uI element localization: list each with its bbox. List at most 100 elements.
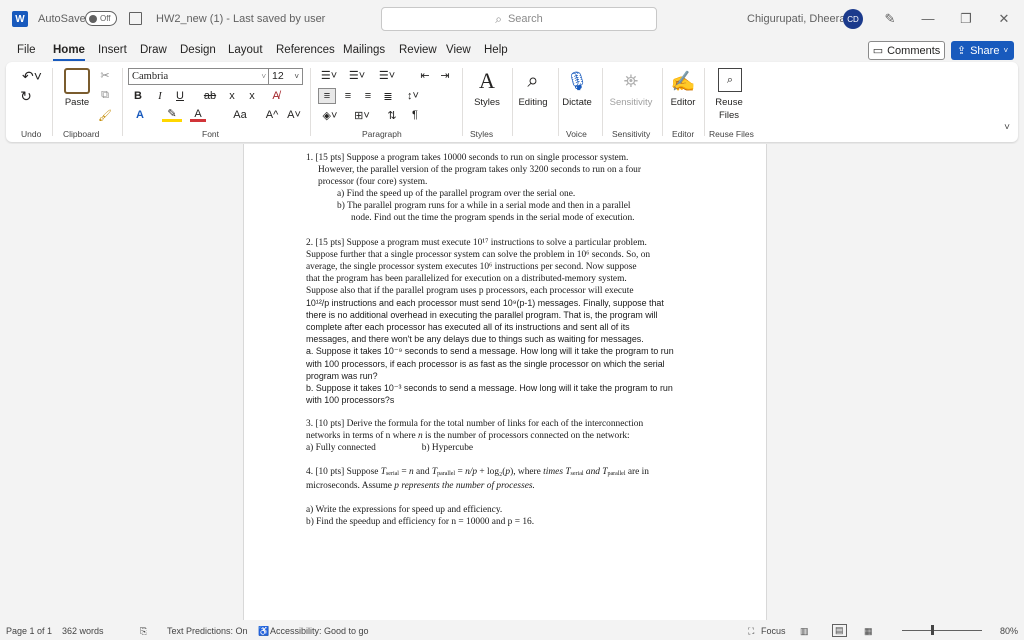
justify-icon[interactable]: ≣ <box>380 88 396 104</box>
q2-line: a. Suppose it takes 10⁻⁹ seconds to send… <box>306 346 674 357</box>
copy-icon[interactable]: ⧉ <box>98 88 112 102</box>
numbering-icon[interactable]: ☰˅ <box>346 68 368 82</box>
grow-font-button[interactable]: A^ <box>264 108 280 122</box>
proofing-icon[interactable]: ⎘ <box>140 626 147 637</box>
tab-file[interactable]: File <box>17 44 36 56</box>
zoom-slider[interactable] <box>902 630 982 631</box>
microphone-icon[interactable]: 🎙 <box>564 68 590 94</box>
minimize-button[interactable]: — <box>918 9 938 29</box>
undo-icon[interactable]: ↶˅ <box>18 68 46 84</box>
bold-button[interactable]: B <box>132 89 144 103</box>
q3-line: networks in terms of n where n is the nu… <box>306 430 708 442</box>
styles-label[interactable]: Styles <box>468 97 506 108</box>
superscript-button[interactable]: x <box>246 89 258 103</box>
tab-view[interactable]: View <box>446 44 471 56</box>
tab-review[interactable]: Review <box>399 44 437 56</box>
divider <box>662 68 663 136</box>
collapse-ribbon-icon[interactable]: ˅ <box>1004 122 1010 133</box>
dictate-label[interactable]: Dictate <box>558 97 596 108</box>
subscript-button[interactable]: x <box>226 89 238 103</box>
chevron-down-icon: ˅ <box>261 72 266 81</box>
share-button[interactable]: ⇪ Share ˅ <box>951 41 1014 60</box>
italic-button[interactable]: I <box>154 89 166 103</box>
zoom-slider-thumb[interactable] <box>931 625 934 635</box>
font-color-icon[interactable]: A <box>190 108 206 122</box>
tab-insert[interactable]: Insert <box>98 44 127 56</box>
document-title[interactable]: HW2_new (1) - Last saved by user <box>156 13 325 25</box>
line-spacing-icon[interactable]: ↕˅ <box>402 88 424 104</box>
tab-references[interactable]: References <box>276 44 335 56</box>
cut-icon[interactable]: ✂ <box>98 68 112 82</box>
clear-formatting-icon[interactable]: A̸ <box>268 89 284 103</box>
word-count[interactable]: 362 words <box>62 626 104 636</box>
tab-draw[interactable]: Draw <box>140 44 167 56</box>
comments-button[interactable]: ▭ Comments <box>868 41 945 60</box>
pen-icon[interactable]: ✎ <box>880 9 900 29</box>
web-layout-icon[interactable]: ▦ <box>864 626 873 637</box>
editor-icon[interactable]: ✍ <box>670 68 696 94</box>
reuse-label-1[interactable]: Reuse <box>708 97 750 108</box>
group-label-clipboard: Clipboard <box>63 129 100 139</box>
align-left-icon[interactable]: ≡ <box>318 88 336 104</box>
read-mode-icon[interactable]: ▥ <box>800 626 809 637</box>
sensitivity-label: Sensitivity <box>609 97 653 108</box>
divider <box>704 68 705 136</box>
tab-home[interactable]: Home <box>53 44 85 61</box>
focus-button[interactable]: Focus <box>761 626 786 636</box>
redo-icon[interactable]: ↻ <box>18 88 34 104</box>
page-count[interactable]: Page 1 of 1 <box>6 626 52 636</box>
text-effects-icon[interactable]: A <box>130 108 150 122</box>
highlight-icon[interactable]: ✎ <box>162 108 182 122</box>
editing-search-icon[interactable]: ⌕ <box>520 68 546 94</box>
accessibility-status[interactable]: Accessibility: Good to go <box>270 626 369 636</box>
autosave-toggle[interactable]: Off <box>85 11 117 26</box>
strikethrough-button[interactable]: ab <box>202 89 218 103</box>
align-center-icon[interactable]: ≡ <box>340 88 356 104</box>
editor-label[interactable]: Editor <box>664 97 702 108</box>
print-layout-icon[interactable]: ▤ <box>832 624 847 637</box>
save-icon[interactable] <box>129 12 142 25</box>
q1-line: processor (four core) system. <box>318 177 428 188</box>
tab-design[interactable]: Design <box>180 44 216 56</box>
underline-button[interactable]: U <box>174 89 186 103</box>
format-painter-icon[interactable]: 🖌 <box>98 108 112 122</box>
show-marks-button[interactable]: ¶ <box>408 108 422 122</box>
bullets-icon[interactable]: ☰˅ <box>318 68 340 82</box>
paste-label[interactable]: Paste <box>58 97 96 108</box>
group-label-reuse-files: Reuse Files <box>709 129 754 139</box>
tab-layout[interactable]: Layout <box>228 44 263 56</box>
font-name-select[interactable]: Cambria ˅ <box>128 68 270 85</box>
tab-help[interactable]: Help <box>484 44 508 56</box>
tab-mailings[interactable]: Mailings <box>343 44 385 56</box>
restore-button[interactable]: ❐ <box>956 9 976 29</box>
q3-text: is the number of processors connected on… <box>422 430 630 441</box>
user-name[interactable]: Chigurupati, Dheeraj <box>747 13 848 25</box>
share-icon: ⇪ <box>956 45 967 57</box>
document-page[interactable]: 1. [15 pts] Suppose a program takes 1000… <box>243 144 767 620</box>
change-case-button[interactable]: Aa <box>228 108 252 122</box>
increase-indent-icon[interactable]: ⇥ <box>438 68 452 82</box>
close-button[interactable]: ✕ <box>994 9 1014 29</box>
multilevel-list-icon[interactable]: ☰˅ <box>374 68 400 82</box>
decrease-indent-icon[interactable]: ⇤ <box>418 68 432 82</box>
chevron-down-icon: ˅ <box>294 72 299 81</box>
font-size-select[interactable]: 12 ˅ <box>268 68 303 85</box>
comment-icon: ▭ <box>872 45 884 57</box>
borders-icon[interactable]: ⊞˅ <box>350 108 374 122</box>
search-input[interactable]: ⌕ Search <box>381 7 657 31</box>
q4-text: ), where <box>510 467 544 478</box>
shrink-font-button[interactable]: A˅ <box>286 108 302 122</box>
zoom-level[interactable]: 80% <box>1000 626 1018 636</box>
paste-icon[interactable] <box>64 68 90 94</box>
q4-var: and <box>583 467 603 478</box>
styles-icon[interactable]: A <box>474 68 500 94</box>
shading-icon[interactable]: ◈˅ <box>318 108 342 122</box>
document-body[interactable]: 1. [15 pts] Suppose a program takes 1000… <box>306 152 708 529</box>
align-right-icon[interactable]: ≡ <box>360 88 376 104</box>
editing-label[interactable]: Editing <box>512 97 554 108</box>
sort-icon[interactable]: ⇅ <box>384 108 400 122</box>
avatar[interactable]: CD <box>843 9 863 29</box>
reuse-label-2[interactable]: Files <box>708 110 750 121</box>
reuse-files-icon[interactable]: ⌕ <box>718 68 742 92</box>
text-predictions[interactable]: Text Predictions: On <box>167 626 248 636</box>
